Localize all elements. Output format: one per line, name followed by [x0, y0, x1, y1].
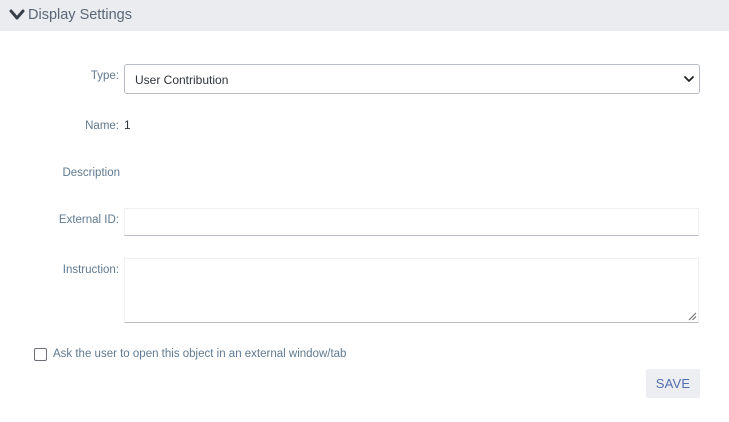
name-value: 1 — [124, 118, 131, 132]
save-button[interactable]: SAVE — [646, 369, 700, 398]
section-title: Display Settings — [28, 7, 132, 23]
external-id-label: External ID: — [58, 214, 119, 226]
display-settings-header[interactable]: Display Settings — [0, 0, 729, 31]
chevron-down-icon — [684, 76, 694, 82]
instruction-textarea[interactable] — [124, 258, 699, 323]
name-label: Name: — [85, 120, 119, 132]
type-label: Type: — [90, 70, 119, 82]
resize-grip-icon[interactable] — [688, 312, 697, 321]
type-selected-value: User Contribution — [135, 73, 229, 87]
external-window-label[interactable]: Ask the user to open this object in an e… — [53, 347, 346, 361]
external-id-input[interactable] — [124, 208, 699, 236]
type-select[interactable]: User Contribution — [124, 64, 700, 94]
description-label: Description — [62, 167, 120, 179]
external-window-checkbox[interactable] — [34, 348, 47, 361]
chevron-down-icon[interactable] — [9, 8, 25, 22]
instruction-label: Instruction: — [62, 264, 119, 276]
